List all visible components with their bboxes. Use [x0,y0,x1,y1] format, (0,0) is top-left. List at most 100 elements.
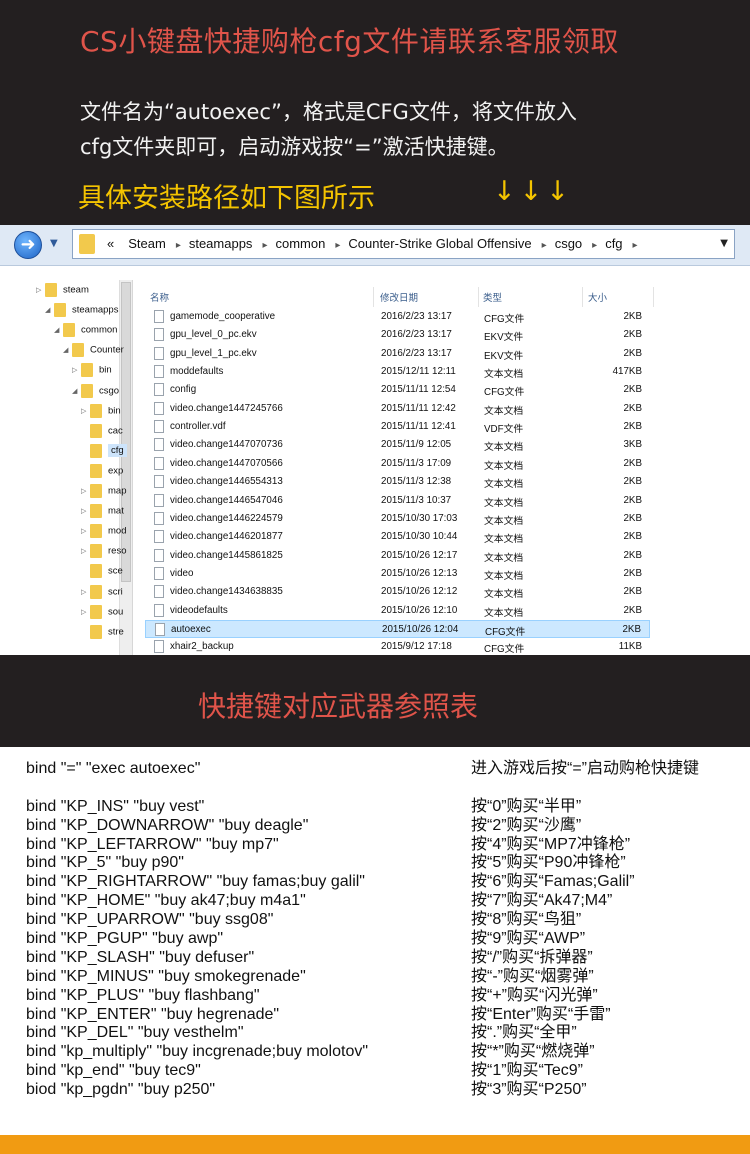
bind-note: 按“+”购买“闪光弹” [471,986,598,1004]
top-banner: CS小键盘快捷购枪cfg文件请联系客服领取 文件名为“autoexec”，格式是… [0,0,750,225]
chevron-right-icon[interactable]: ▸ [592,240,597,251]
chevron-right-icon[interactable]: ▸ [633,240,638,251]
bind-note: 按“/”购买“拆弹器” [471,948,593,966]
expand-arrow-icon[interactable]: ▷ [72,366,81,374]
file-type: 文本文档 [484,515,524,527]
tree-node[interactable]: ◢ steamapps [45,303,118,323]
file-size: 2KB [623,402,642,414]
breadcrumb-item[interactable]: Counter-Strike Global Offensive [348,236,531,251]
file-row[interactable]: controller.vdf 2015/11/11 12:41 VDF文件 2KB [145,418,650,436]
column-date[interactable]: 修改日期 [380,290,418,304]
expand-arrow-icon[interactable]: ▷ [81,407,90,415]
tree-node[interactable]: ▷ bin [81,403,121,424]
file-size: 2KB [623,512,642,524]
bind-note: 按“*”购买“燃烧弹” [471,1043,595,1061]
file-row[interactable]: autoexec 2015/10/26 12:04 CFG文件 2KB [145,619,650,638]
expand-arrow-icon[interactable]: ◢ [54,326,63,334]
expand-arrow-icon[interactable]: ◢ [45,306,54,314]
tree-node[interactable]: ▷ mod [81,524,126,544]
breadcrumb-item[interactable]: cfg [605,236,622,251]
expand-arrow-icon[interactable]: ◢ [72,387,81,395]
file-name: video.change1434638835 [170,586,283,598]
expand-arrow-icon[interactable]: ▷ [36,286,45,294]
tree-node[interactable]: ◢ common [54,323,117,343]
file-row[interactable]: video.change1446547046 2015/11/3 10:37 文本文… [145,492,650,510]
column-type[interactable]: 类型 [483,290,502,304]
file-name: video.change1447245766 [170,402,283,414]
tree-node[interactable]: cfg [81,443,127,464]
column-header: 名称 修改日期 类型 大小 [145,287,655,307]
tree-node[interactable]: ▷ map [81,484,126,504]
bind-command: bind "KP_5" "buy p90" [26,854,184,872]
breadcrumb-item[interactable]: csgo [555,236,582,251]
expand-arrow-icon[interactable]: ▷ [81,487,90,495]
file-type: CFG文件 [484,314,525,325]
folder-icon [90,524,102,539]
bind-note: 按“8”购买“鸟狙” [471,911,582,929]
chevron-right-icon[interactable]: ▸ [542,240,547,251]
bind-command: bind "KP_PLUS" "buy flashbang" [26,986,260,1004]
file-icon [154,475,164,489]
chevron-right-icon[interactable]: ▸ [335,240,340,251]
file-row[interactable]: gpu_level_0_pc.ekv 2016/2/23 13:17 EKV文件 2K… [145,326,650,344]
breadcrumb-overflow-icon[interactable]: « [107,236,114,251]
column-name[interactable]: 名称 [150,290,169,304]
tree-node[interactable]: ▷ reso [81,544,126,564]
tree-node[interactable]: ▷ scri [81,584,123,605]
chevron-right-icon[interactable]: ▸ [176,240,181,251]
file-row[interactable]: video.change1446224579 2015/10/30 17:03 文本… [145,510,650,528]
file-row[interactable]: moddefaults 2015/12/11 12:11 文本文档 417KB [145,363,650,381]
file-size: 2KB [623,311,642,322]
file-row[interactable]: video.change1447070736 2015/11/9 12:05 文本文… [145,436,650,454]
tree-node[interactable]: sce [81,564,123,584]
expand-arrow-icon[interactable]: ▷ [81,608,90,616]
file-row[interactable]: video.change1446554313 2015/11/3 12:38 文本文… [145,473,650,491]
tree-node[interactable]: ▷ steam [36,283,89,303]
back-arrow-icon[interactable]: ➜ [14,231,42,259]
tree-node[interactable]: ▷ mat [81,504,124,524]
chevron-down-icon[interactable]: ▼ [720,238,728,249]
file-row[interactable]: video.change1447245766 2015/11/11 12:42 文… [145,400,650,418]
bind-command [26,779,368,798]
path-box[interactable]: « Steam ▸ steamapps ▸ common ▸ Counter-Strike G… [72,229,735,259]
description-line-1: 文件名为“autoexec”，格式是CFG文件，将文件放入 [80,100,577,124]
expand-arrow-icon[interactable]: ▷ [81,547,90,555]
tree-node[interactable]: cac [81,423,123,444]
tree-node[interactable]: ▷ sou [81,604,123,625]
expand-arrow-icon[interactable]: ◢ [63,346,72,354]
tree-node[interactable]: stre [81,624,124,645]
file-row[interactable]: video.change1434638835 2015/10/26 12:12 文本… [145,583,650,601]
expand-arrow-icon[interactable]: ▷ [81,588,90,596]
file-size: 2KB [623,476,642,488]
file-type: 文本文档 [484,534,524,546]
history-dropdown-icon[interactable]: ▼ [50,238,58,249]
tree-node[interactable]: ◢ csgo [72,383,119,404]
file-row[interactable]: video.change1445861825 2015/10/26 12:17 文本… [145,547,650,565]
bind-command: biod "kp_pgdn" "buy p250" [26,1081,216,1099]
expand-arrow-icon[interactable]: ▷ [81,507,90,515]
file-row[interactable]: videodefaults 2015/10/26 12:10 文本文档 2KB [145,602,650,620]
headline: CS小键盘快捷购枪cfg文件请联系客服领取 [80,25,619,58]
file-type: CFG文件 [484,387,525,399]
bind-note: 按“7”购买“Ak47;M4” [471,892,613,910]
file-row[interactable]: video.change1447070566 2015/11/3 17:09 文本文… [145,455,650,473]
expand-arrow-icon[interactable]: ▷ [81,527,90,535]
breadcrumb-item[interactable]: Steam [128,236,166,251]
file-row[interactable]: video.change1446201877 2015/10/30 10:44 文本… [145,528,650,546]
file-row[interactable]: gpu_level_1_pc.ekv 2016/2/23 13:17 EKV文件 2K… [145,345,650,363]
bind-command: bind "kp_multiply" "buy incgrenade;buy m… [26,1043,369,1061]
tree-node[interactable]: ◢ Counter [63,343,124,363]
file-row[interactable]: gamemode_cooperative 2016/2/23 13:17 CFG文件… [145,308,650,326]
breadcrumb-item[interactable]: common [275,236,325,251]
file-row[interactable]: config 2015/11/11 12:54 CFG文件 2KB [145,381,650,399]
file-row[interactable]: video 2015/10/26 12:13 文本文档 2KB [145,565,650,583]
file-row[interactable]: xhair2_backup 2015/9/12 17:18 CFG文件 11KB [145,638,650,655]
file-name: config [170,384,197,396]
column-size[interactable]: 大小 [588,290,607,304]
file-name: autoexec [171,623,211,635]
tree-node[interactable]: ▷ bin [72,363,112,383]
tree-node[interactable]: exp [81,463,123,484]
breadcrumb-item[interactable]: steamapps [189,236,253,251]
chevron-right-icon[interactable]: ▸ [262,240,267,251]
file-size: 2KB [623,549,642,561]
